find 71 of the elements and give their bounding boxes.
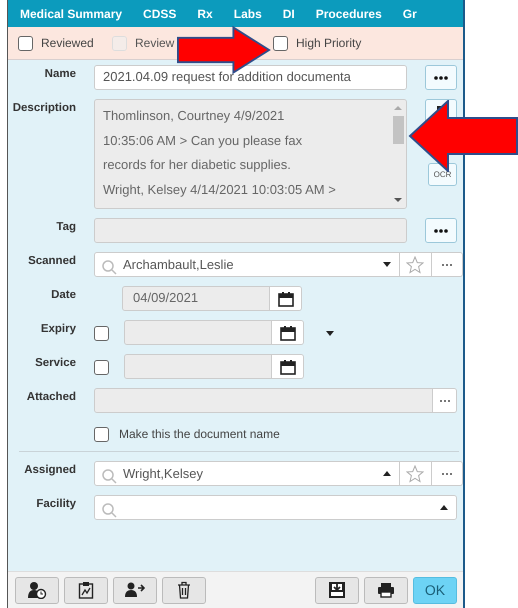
ocr-button[interactable]: OCR: [428, 163, 457, 186]
more-icon: [434, 228, 448, 232]
tab[interactable]: Rx: [197, 6, 213, 20]
field-label: Date: [50, 288, 76, 301]
search-icon: [101, 468, 117, 484]
checkbox-label: Make this the document name: [119, 427, 280, 441]
attached-field[interactable]: [94, 388, 433, 413]
checkbox[interactable]: [94, 426, 109, 442]
field-label: Attached: [26, 390, 76, 403]
date-field[interactable]: 04/09/2021: [122, 286, 270, 311]
date-field[interactable]: [124, 320, 272, 345]
calendar-icon: [280, 324, 296, 340]
description-text: Wright, Kelsey 4/14/2021 10:03:05 AM >: [103, 180, 337, 199]
tag-field[interactable]: [94, 218, 407, 243]
delete-button[interactable]: [162, 576, 206, 604]
search-icon: [101, 258, 117, 274]
checkbox-label: Review: [135, 36, 174, 50]
transfer-button[interactable]: [113, 576, 157, 604]
field-label: Description: [12, 101, 76, 114]
checkbox[interactable]: [94, 360, 109, 375]
tab[interactable]: Procedures: [316, 6, 382, 20]
field-label: Expiry: [40, 322, 76, 335]
caret-icon[interactable]: [326, 331, 334, 336]
tab[interactable]: Gr: [402, 6, 417, 20]
search-icon: [101, 502, 117, 518]
description-field[interactable]: Thomlinson, Courtney 4/9/2021 10:35:06 AM > Can you please fax records for her diabetic supplies. Wright, Kelsey 4/14/2021 10:03:05 AM >: [94, 99, 407, 209]
trash-icon: [177, 581, 191, 599]
tab[interactable]: Labs: [234, 6, 262, 20]
tab[interactable]: CDSS: [143, 6, 176, 20]
checkbox[interactable]: [18, 36, 33, 50]
print-button[interactable]: [364, 576, 408, 604]
combo-value: Archambault,Leslie: [123, 257, 235, 272]
save-button[interactable]: [315, 576, 359, 604]
date-field[interactable]: [124, 354, 272, 379]
combo-value: Wright,Kelsey: [123, 466, 204, 481]
description-text: Thomlinson, Courtney 4/9/2021: [103, 107, 286, 125]
field-label: Name: [44, 67, 76, 80]
scanned-combo[interactable]: Archambault,Leslie: [94, 252, 400, 277]
checkbox-label: High Priority: [296, 36, 362, 50]
more-button[interactable]: [425, 65, 457, 90]
more-icon: [434, 76, 448, 80]
calendar-button[interactable]: [272, 320, 304, 345]
name-field[interactable]: 2021.04.09 request for addition documenta: [94, 65, 407, 90]
ok-button[interactable]: OK: [413, 576, 457, 604]
checkbox-label: Reviewed: [41, 36, 94, 50]
tab[interactable]: Medical Summary: [20, 6, 122, 20]
field-label: Facility: [35, 497, 76, 510]
calendar-icon: [280, 358, 296, 374]
checkbox[interactable]: [94, 326, 109, 341]
checkbox[interactable]: [273, 36, 288, 50]
assigned-combo[interactable]: Wright,Kelsey: [94, 461, 400, 486]
calendar-button[interactable]: [270, 286, 302, 311]
field-label: Tag: [55, 220, 76, 233]
clipboard-icon: [78, 581, 94, 599]
person-clock-icon: [27, 581, 47, 599]
star-icon: [406, 464, 424, 482]
calendar-button[interactable]: [272, 354, 304, 379]
field-label: Service: [34, 356, 76, 369]
description-text: records for her diabetic supplies.: [103, 156, 292, 174]
star-icon: [406, 256, 424, 274]
person-arrow-icon: [125, 582, 145, 598]
field-label: Assigned: [23, 463, 76, 476]
printer-icon: [377, 582, 395, 598]
tab[interactable]: DI: [282, 6, 295, 20]
download-icon: [328, 581, 346, 599]
history-button[interactable]: [15, 576, 59, 604]
description-text: 10:35:06 AM > Can you please fax: [103, 132, 304, 150]
calendar-icon: [278, 290, 294, 306]
field-label: Scanned: [27, 254, 76, 267]
more-button[interactable]: [425, 218, 457, 243]
clipboard-button[interactable]: [64, 576, 108, 604]
